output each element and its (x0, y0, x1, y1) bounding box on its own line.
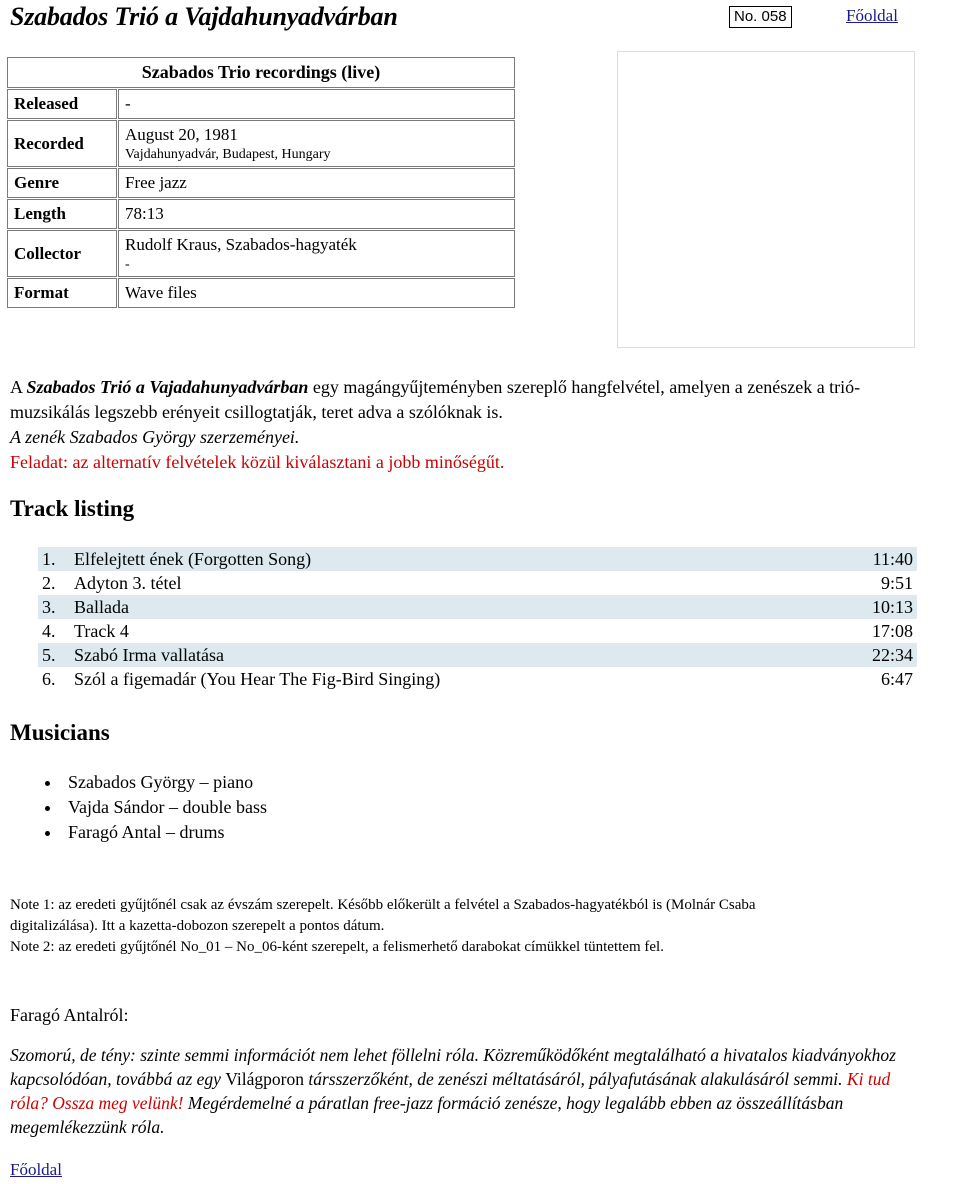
track-number: 2. (42, 573, 56, 593)
track-duration: 22:34 (871, 645, 913, 665)
track-title: Track 4 (74, 621, 129, 641)
table-row: Format Wave files (7, 278, 515, 308)
farago-heading: Faragó Antalról: (10, 1005, 129, 1025)
track-number: 5. (42, 645, 56, 665)
table-row: Length 78:13 (7, 199, 515, 229)
table-row: Released - (7, 89, 515, 119)
info-value-genre: Free jazz (118, 168, 515, 198)
track-listing: 1. Elfelejtett ének (Forgotten Song) 11:… (38, 547, 917, 691)
info-label-genre: Genre (7, 168, 117, 198)
track-row[interactable]: 3. Ballada 10:13 (38, 595, 917, 619)
track-duration: 17:08 (871, 621, 913, 641)
track-number: 3. (42, 597, 56, 617)
info-value-recorded-main: August 20, 1981 (125, 125, 238, 144)
info-label-recorded: Recorded (7, 120, 117, 167)
table-row: Recorded August 20, 1981 Vajdahunyadvár,… (7, 120, 515, 167)
track-row[interactable]: 2. Adyton 3. tétel 9:51 (38, 571, 917, 595)
track-duration: 6:47 (880, 669, 913, 689)
track-duration: 9:51 (880, 573, 913, 593)
track-number: 4. (42, 621, 56, 641)
intro-composer-line: A zenék Szabados György szerzeményei. (10, 427, 300, 447)
catalog-number-badge: No. 058 (729, 6, 792, 28)
info-label-length: Length (7, 199, 117, 229)
table-row: Genre Free jazz (7, 168, 515, 198)
intro-album-title: Szabados Trió a Vajadahunyadvárban (26, 377, 309, 397)
musicians-heading: Musicians (10, 720, 110, 745)
track-number: 1. (42, 549, 56, 569)
page-header: Szabados Trió a Vajdahunyadvárban No. 05… (0, 0, 960, 40)
info-value-genre-main: Free jazz (125, 173, 187, 192)
home-link-top[interactable]: Főoldal (846, 6, 898, 26)
info-value-collector-sub: - (125, 257, 130, 272)
track-title: Ballada (74, 597, 129, 617)
track-title: Adyton 3. tétel (74, 573, 182, 593)
info-value-format: Wave files (118, 278, 515, 308)
info-value-collector-main: Rudolf Kraus, Szabados-hagyaték (125, 235, 357, 254)
farago-upright-word: Világporon (225, 1069, 304, 1089)
list-item: Vajda Sándor – double bass (62, 795, 267, 820)
info-value-recorded-venue: Vajdahunyadvár, Budapest, Hungary (125, 147, 331, 162)
album-image-placeholder (617, 51, 915, 348)
farago-part-2: társszerzőként, de zenészi méltatásáról,… (303, 1069, 847, 1089)
info-value-released: - (118, 89, 515, 119)
intro-lead: A (10, 377, 27, 397)
intro-paragraph: A Szabados Trió a Vajadahunyadvárban egy… (10, 375, 930, 475)
info-label-collector: Collector (7, 230, 117, 277)
info-value-format-main: Wave files (125, 283, 197, 302)
intro-task-line: Feladat: az alternatív felvételek közül … (10, 452, 505, 472)
track-title: Elfelejtett ének (Forgotten Song) (74, 549, 312, 569)
info-table-caption: Szabados Trio recordings (live) (7, 57, 515, 88)
page-title: Szabados Trió a Vajdahunyadvárban (10, 2, 398, 31)
info-value-length: 78:13 (118, 199, 515, 229)
track-duration: 10:13 (871, 597, 913, 617)
info-value-collector: Rudolf Kraus, Szabados-hagyaték - (118, 230, 515, 277)
info-value-released-main: - (125, 94, 131, 113)
table-row-caption: Szabados Trio recordings (live) (7, 57, 515, 88)
recording-info-table: Szabados Trio recordings (live) Released… (6, 56, 516, 309)
info-label-released: Released (7, 89, 117, 119)
track-row[interactable]: 5. Szabó Irma vallatása 22:34 (38, 643, 917, 667)
track-row[interactable]: 4. Track 4 17:08 (38, 619, 917, 643)
home-link-bottom[interactable]: Főoldal (10, 1160, 62, 1180)
info-value-length-main: 78:13 (125, 204, 164, 223)
notes-block: Note 1: az eredeti gyűjtőnél csak az évs… (10, 895, 930, 958)
musicians-list: Szabados György – piano Vajda Sándor – d… (10, 770, 267, 845)
track-title: Szabó Irma vallatása (74, 645, 224, 665)
table-row: Collector Rudolf Kraus, Szabados-hagyaté… (7, 230, 515, 277)
farago-paragraph: Szomorú, de tény: szinte semmi informáci… (10, 1043, 932, 1139)
note-1-line-2: digitalizálása). Itt a kazetta-dobozon s… (10, 918, 385, 934)
track-title: Szól a figemadár (You Hear The Fig-Bird … (74, 669, 441, 689)
track-number: 6. (42, 669, 56, 689)
note-2: Note 2: az eredeti gyűjtőnél No_01 – No_… (10, 939, 664, 955)
info-table-body: Szabados Trio recordings (live) Released… (7, 57, 515, 308)
list-item: Faragó Antal – drums (62, 820, 267, 845)
track-row[interactable]: 1. Elfelejtett ének (Forgotten Song) 11:… (38, 547, 917, 571)
info-label-format: Format (7, 278, 117, 308)
track-listing-heading: Track listing (10, 496, 135, 521)
track-row[interactable]: 6. Szól a figemadár (You Hear The Fig-Bi… (38, 667, 917, 691)
info-value-recorded: August 20, 1981 Vajdahunyadvár, Budapest… (118, 120, 515, 167)
list-item: Szabados György – piano (62, 770, 267, 795)
note-1-line-1: Note 1: az eredeti gyűjtőnél csak az évs… (10, 897, 756, 913)
track-duration: 11:40 (872, 549, 913, 569)
